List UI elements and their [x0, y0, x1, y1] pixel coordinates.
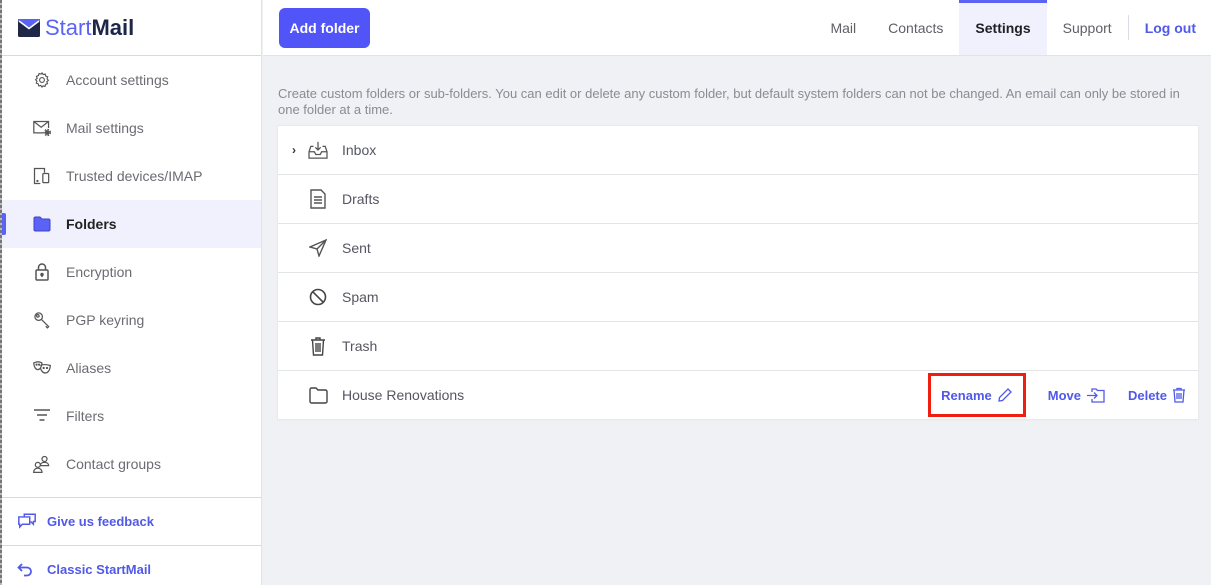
folder-row-trash[interactable]: Trash — [278, 321, 1198, 370]
sidebar-item-trusted-devices[interactable]: Trusted devices/IMAP — [2, 152, 261, 200]
move-folder-icon — [1086, 387, 1105, 403]
folder-name: Drafts — [342, 191, 380, 207]
sidebar-item-pgp-keyring[interactable]: PGP keyring — [2, 296, 261, 344]
folder-actions: Rename Move Delete — [928, 373, 1186, 417]
sidebar-item-filters[interactable]: Filters — [2, 392, 261, 440]
lock-icon — [32, 262, 52, 282]
logo[interactable]: StartMail — [2, 0, 261, 56]
pencil-icon — [997, 388, 1012, 402]
filter-icon — [32, 406, 52, 426]
logout-link[interactable]: Log out — [1129, 0, 1211, 55]
folder-row-spam[interactable]: Spam — [278, 272, 1198, 321]
mail-settings-icon — [32, 118, 52, 138]
inbox-icon — [308, 140, 328, 160]
move-button[interactable]: Move — [1048, 387, 1106, 404]
add-folder-button[interactable]: Add folder — [279, 8, 370, 48]
sidebar-item-label: Mail settings — [66, 120, 144, 136]
folder-name: Inbox — [342, 142, 377, 158]
masks-icon — [32, 358, 52, 378]
back-arrow-icon — [17, 562, 37, 577]
move-label: Move — [1047, 387, 1081, 403]
folder-name: Trash — [342, 338, 378, 354]
sidebar-item-account-settings[interactable]: Account settings — [2, 56, 261, 104]
classic-startmail-label: Classic StartMail — [47, 562, 152, 577]
top-nav: Mail Contacts Settings Support Log out — [814, 0, 1211, 55]
contact-groups-icon — [32, 454, 52, 474]
top-bar: Add folder Mail Contacts Settings Suppor… — [263, 0, 1211, 56]
settings-nav: Account settings Mail settings Trusted d… — [2, 56, 261, 488]
sidebar-links: Give us feedback Classic StartMail — [2, 497, 261, 585]
gear-icon — [32, 70, 52, 90]
sidebar-item-mail-settings[interactable]: Mail settings — [2, 104, 261, 152]
folders-description: Create custom folders or sub-folders. Yo… — [278, 86, 1180, 117]
tab-support[interactable]: Support — [1047, 0, 1128, 55]
sidebar-item-label: Trusted devices/IMAP — [66, 168, 203, 184]
sidebar-item-label: Encryption — [66, 264, 133, 280]
sidebar-item-label: Account settings — [66, 72, 169, 88]
tab-contacts[interactable]: Contacts — [872, 0, 959, 55]
folder-name: House Renovations — [342, 387, 465, 403]
brand-start: Start — [45, 14, 92, 40]
give-feedback-link[interactable]: Give us feedback — [2, 497, 261, 545]
sidebar-item-label: Aliases — [66, 360, 112, 376]
folder-icon — [32, 214, 52, 234]
classic-startmail-link[interactable]: Classic StartMail — [2, 545, 261, 585]
sidebar-item-label: PGP keyring — [66, 312, 145, 328]
rename-label: Rename — [941, 387, 992, 403]
sent-icon — [308, 238, 328, 258]
key-icon — [32, 310, 52, 330]
give-feedback-label: Give us feedback — [47, 514, 154, 529]
folders-panel: Create custom folders or sub-folders. Yo… — [278, 86, 1198, 419]
delete-button[interactable]: Delete — [1128, 387, 1186, 403]
devices-icon — [32, 166, 52, 186]
spam-icon — [308, 287, 328, 307]
sidebar-item-encryption[interactable]: Encryption — [2, 248, 261, 296]
tab-settings[interactable]: Settings — [959, 0, 1047, 55]
feedback-icon — [17, 513, 37, 530]
folder-icon — [308, 385, 328, 405]
trash-icon — [308, 336, 328, 356]
tab-mail[interactable]: Mail — [814, 0, 872, 55]
folder-name: Sent — [342, 240, 371, 256]
expand-chevron-icon[interactable]: › — [292, 143, 302, 157]
delete-label: Delete — [1127, 387, 1167, 403]
folder-row-sent[interactable]: Sent — [278, 223, 1198, 272]
sidebar-item-label: Folders — [66, 216, 117, 232]
sidebar: StartMail Account settings Mail settings… — [2, 0, 262, 585]
folder-list: › Inbox Drafts Sent Spam Trash House Ren… — [278, 126, 1198, 419]
sidebar-item-label: Filters — [66, 408, 105, 424]
folder-row-inbox[interactable]: › Inbox — [278, 126, 1198, 174]
rename-button[interactable]: Rename — [928, 373, 1026, 417]
sidebar-item-contact-groups[interactable]: Contact groups — [2, 440, 261, 488]
folder-name: Spam — [342, 289, 379, 305]
folder-row-drafts[interactable]: Drafts — [278, 174, 1198, 223]
trash-icon — [1173, 387, 1185, 403]
sidebar-item-label: Contact groups — [66, 456, 161, 472]
envelope-logo-icon — [18, 18, 40, 37]
brand-mail: Mail — [91, 14, 135, 40]
folder-row-house-renovations[interactable]: House Renovations Rename Move Delete — [278, 370, 1198, 419]
sidebar-item-folders[interactable]: Folders — [2, 200, 261, 248]
drafts-icon — [308, 189, 328, 209]
sidebar-item-aliases[interactable]: Aliases — [2, 344, 261, 392]
